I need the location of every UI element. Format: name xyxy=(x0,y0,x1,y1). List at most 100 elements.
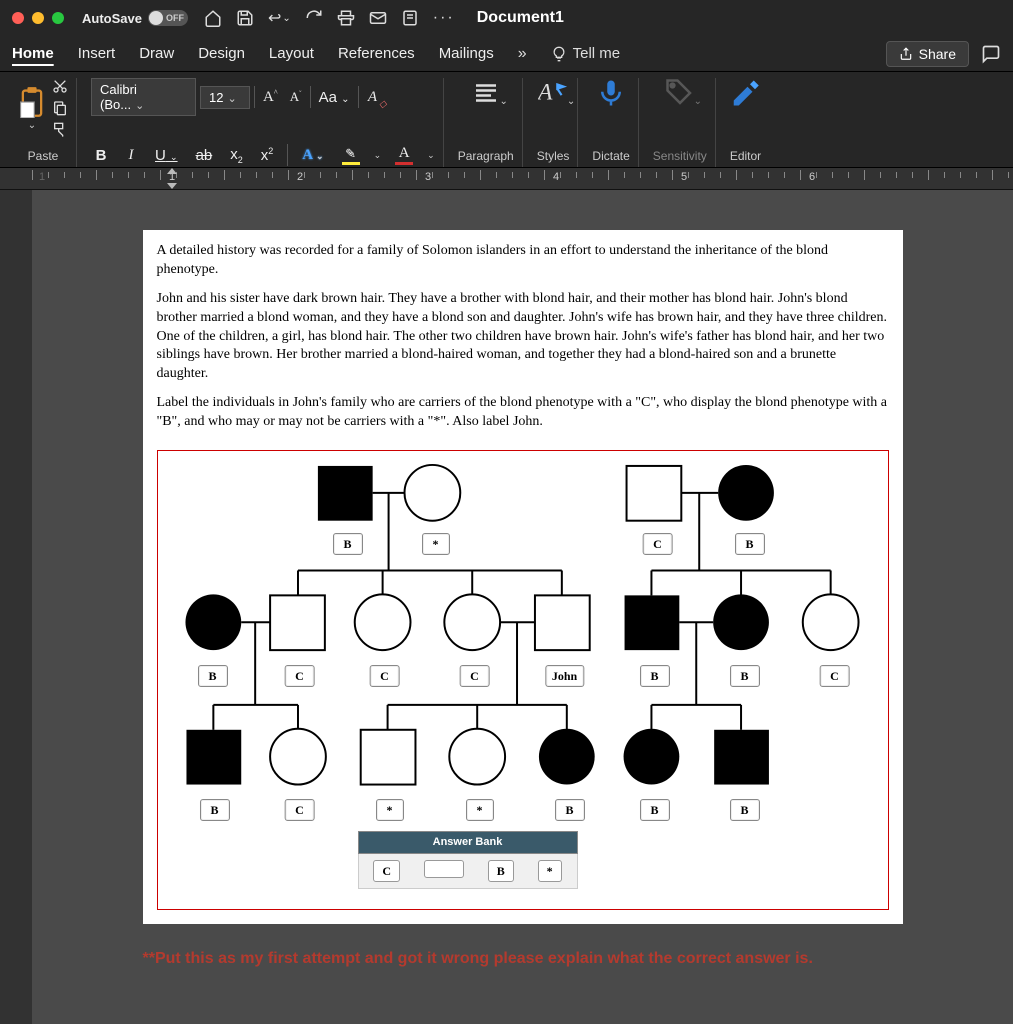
tab-mailings[interactable]: Mailings xyxy=(439,45,494,62)
editor-icon xyxy=(730,78,760,108)
pedigree-label-john[interactable]: John xyxy=(545,665,584,687)
horizontal-ruler[interactable]: 1123456 xyxy=(0,168,1013,190)
pedigree-label[interactable]: * xyxy=(422,533,450,555)
ribbon: ⌄ Paste Calibri (Bo... 12 A^ A˘ Aa ⌄ A◇ … xyxy=(0,72,1013,168)
decrease-font-button[interactable]: A˘ xyxy=(286,87,306,107)
answer-bank: Answer Bank C B * xyxy=(358,831,578,889)
underline-button[interactable]: U ⌄ xyxy=(151,145,182,166)
redo-icon[interactable] xyxy=(305,9,323,27)
pedigree-diagram: B * C B B C C C John B B C B C * xyxy=(157,450,889,910)
paragraph-label: Paragraph xyxy=(458,149,514,163)
pedigree-label[interactable]: B xyxy=(729,799,759,821)
pedigree-label[interactable]: C xyxy=(284,665,315,687)
doc-paragraph-2: John and his sister have dark brown hair… xyxy=(157,290,889,384)
answer-bank-cell[interactable]: C xyxy=(373,860,400,882)
close-window-button[interactable] xyxy=(12,12,24,24)
home-icon[interactable] xyxy=(204,9,222,27)
share-button[interactable]: Share xyxy=(886,41,969,67)
minimize-window-button[interactable] xyxy=(32,12,44,24)
tab-design[interactable]: Design xyxy=(198,45,245,62)
styles-button[interactable]: A xyxy=(538,78,568,108)
pedigree-label[interactable]: * xyxy=(376,799,404,821)
dictate-button[interactable] xyxy=(596,78,626,108)
change-case-button[interactable]: Aa ⌄ xyxy=(315,87,354,108)
more-tabs-icon[interactable]: » xyxy=(518,45,527,63)
clear-formatting-button[interactable]: A◇ xyxy=(363,87,383,108)
font-size-select[interactable]: 12 xyxy=(200,86,250,109)
font-color-button[interactable]: A xyxy=(391,143,417,167)
highlight-button[interactable]: ✎ ⌄ xyxy=(338,144,364,167)
pedigree-label[interactable]: B xyxy=(639,799,669,821)
pedigree-label[interactable]: B xyxy=(199,799,229,821)
answer-bank-cell[interactable]: B xyxy=(488,860,514,882)
fullscreen-window-button[interactable] xyxy=(52,12,64,24)
pedigree-label[interactable]: C xyxy=(459,665,490,687)
vertical-ruler[interactable] xyxy=(0,190,32,1024)
document-area: A detailed history was recorded for a fa… xyxy=(0,190,1013,1024)
tag-icon xyxy=(665,78,695,108)
answer-bank-cell-empty[interactable] xyxy=(424,860,464,878)
svg-text:A: A xyxy=(538,79,553,105)
tab-layout[interactable]: Layout xyxy=(269,45,314,62)
tab-insert[interactable]: Insert xyxy=(78,45,116,62)
sensitivity-button[interactable] xyxy=(665,78,695,108)
format-painter-icon[interactable] xyxy=(52,122,68,138)
superscript-button[interactable]: x2 xyxy=(257,144,278,166)
print-icon[interactable] xyxy=(337,9,355,27)
dictate-label: Dictate xyxy=(592,149,629,163)
ribbon-group-editor: Editor xyxy=(722,78,769,167)
user-annotation: **Put this as my first attempt and got i… xyxy=(143,950,903,968)
tab-references[interactable]: References xyxy=(338,45,415,62)
mail-icon[interactable] xyxy=(369,9,387,27)
autosave-switch[interactable]: OFF xyxy=(148,10,188,26)
copy-icon[interactable] xyxy=(52,100,68,116)
font-family-select[interactable]: Calibri (Bo... xyxy=(91,78,196,116)
microphone-icon xyxy=(596,78,626,108)
ribbon-group-font: Calibri (Bo... 12 A^ A˘ Aa ⌄ A◇ B I U ⌄ … xyxy=(83,78,444,167)
pedigree-label[interactable]: B xyxy=(729,665,759,687)
annotation-bold: wrong xyxy=(441,950,489,967)
template-icon[interactable] xyxy=(401,9,419,27)
increase-font-button[interactable]: A^ xyxy=(259,86,282,108)
pedigree-label[interactable]: C xyxy=(284,799,315,821)
italic-button[interactable]: I xyxy=(121,145,141,166)
pedigree-label[interactable]: * xyxy=(466,799,494,821)
save-icon[interactable] xyxy=(236,9,254,27)
pedigree-label[interactable]: B xyxy=(554,799,584,821)
pedigree-label[interactable]: B xyxy=(197,665,227,687)
bold-button[interactable]: B xyxy=(91,145,111,166)
pedigree-label[interactable]: B xyxy=(639,665,669,687)
text-effects-button[interactable]: A ⌄ xyxy=(298,145,327,166)
answer-bank-cell[interactable]: * xyxy=(538,860,562,882)
ribbon-tabs: Home Insert Draw Design Layout Reference… xyxy=(0,36,1013,72)
document-canvas[interactable]: A detailed history was recorded for a fa… xyxy=(32,190,1013,1024)
autosave-label: AutoSave xyxy=(82,11,142,26)
pedigree-label[interactable]: C xyxy=(642,533,673,555)
subscript-button[interactable]: x2 xyxy=(226,144,247,167)
comments-icon[interactable] xyxy=(981,44,1001,64)
undo-icon[interactable]: ↩⌄ xyxy=(268,8,291,28)
tab-draw[interactable]: Draw xyxy=(139,45,174,62)
paste-group-label: Paste xyxy=(28,149,59,163)
paragraph-icon xyxy=(471,78,501,108)
tell-me-label: Tell me xyxy=(573,45,621,62)
pedigree-label[interactable]: C xyxy=(369,665,400,687)
ribbon-group-styles: A ⌄ Styles xyxy=(529,78,579,167)
pedigree-label[interactable]: C xyxy=(819,665,850,687)
cut-icon[interactable] xyxy=(52,78,68,94)
tell-me-search[interactable]: Tell me xyxy=(551,45,621,62)
editor-button[interactable] xyxy=(730,78,760,108)
annotation-suffix: please explain what the correct answer i… xyxy=(489,950,813,967)
document-page[interactable]: A detailed history was recorded for a fa… xyxy=(143,230,903,924)
strikethrough-button[interactable]: ab xyxy=(192,145,217,166)
lightbulb-icon xyxy=(551,46,567,62)
autosave-toggle[interactable]: AutoSave OFF xyxy=(82,10,188,26)
more-commands-icon[interactable]: ··· xyxy=(433,9,455,27)
pedigree-label[interactable]: B xyxy=(734,533,764,555)
ribbon-group-clipboard: ⌄ Paste xyxy=(10,78,77,167)
paragraph-button[interactable] xyxy=(471,78,501,108)
tab-home[interactable]: Home xyxy=(12,45,54,62)
pedigree-label[interactable]: B xyxy=(332,533,362,555)
paste-button[interactable]: ⌄ xyxy=(18,86,46,131)
styles-icon: A xyxy=(538,78,568,108)
